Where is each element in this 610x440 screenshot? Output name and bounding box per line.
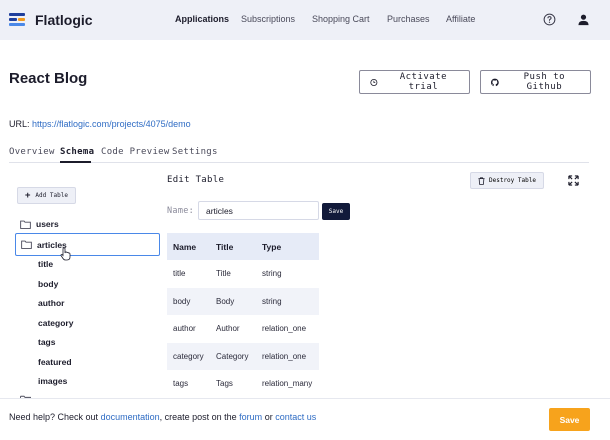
table-row[interactable]: body Body string: [167, 287, 319, 315]
table-name-label: Name:: [167, 206, 195, 216]
tree-field-body[interactable]: body: [38, 279, 58, 289]
destroy-table-button[interactable]: Destroy Table: [470, 172, 544, 189]
table-header-row: Name Title Type: [167, 233, 319, 260]
help-text-part: , create post on the: [159, 412, 240, 422]
flatlogic-logo[interactable]: Flatlogic: [9, 12, 93, 28]
nav-applications[interactable]: Applications: [175, 14, 229, 24]
tree-table-articles[interactable]: articles: [15, 233, 160, 256]
tab-code-preview[interactable]: Code Preview: [101, 147, 170, 157]
cell-name: category: [173, 351, 204, 361]
tree-field-title[interactable]: title: [38, 259, 53, 269]
folder-icon: [20, 220, 31, 229]
top-navbar: Flatlogic Applications Subscriptions Sho…: [0, 0, 610, 40]
cell-type: relation_many: [262, 379, 313, 389]
project-url-link[interactable]: https://flatlogic.com/projects/4075/demo: [32, 119, 191, 129]
nav-purchases[interactable]: Purchases: [387, 14, 430, 24]
cell-title: Title: [216, 269, 231, 279]
nav-shopping-cart[interactable]: Shopping Cart: [312, 14, 370, 24]
page-title: React Blog: [9, 70, 88, 87]
cell-name: tags: [173, 379, 189, 389]
cell-title: Body: [216, 296, 235, 306]
cell-title: Tags: [216, 379, 233, 389]
table-row[interactable]: author Author relation_one: [167, 315, 319, 343]
column-header-type: Type: [262, 241, 282, 252]
push-to-github-label: Push to Github: [523, 72, 566, 92]
plus-icon: +: [25, 190, 31, 201]
table-row[interactable]: category Category relation_one: [167, 342, 319, 370]
column-header-title: Title: [216, 241, 234, 252]
tab-settings[interactable]: Settings: [172, 147, 218, 157]
contact-us-link[interactable]: contact us: [275, 412, 316, 422]
hand-cursor-icon: [60, 247, 71, 261]
push-to-github-button[interactable]: Push to Github: [480, 70, 591, 94]
flatlogic-logo-icon: [9, 13, 25, 27]
activate-trial-button[interactable]: Activate trial: [359, 70, 470, 94]
project-url-row: URL: https://flatlogic.com/projects/4075…: [9, 119, 191, 129]
cell-name: author: [173, 324, 196, 334]
destroy-table-label: Destroy Table: [489, 177, 536, 184]
help-text-part: or: [262, 412, 276, 422]
clock-icon: [370, 78, 378, 86]
url-prefix: URL:: [9, 119, 30, 129]
documentation-link[interactable]: documentation: [101, 412, 160, 422]
tree-table-users[interactable]: users: [20, 216, 59, 232]
help-circle-icon[interactable]: [543, 13, 556, 26]
folder-icon: [21, 240, 32, 249]
footer-bar: Need help? Check out documentation, crea…: [0, 399, 610, 440]
github-icon: [491, 78, 499, 86]
tab-schema[interactable]: Schema: [60, 147, 94, 157]
cell-name: title: [173, 269, 186, 279]
user-icon[interactable]: [577, 13, 590, 26]
tree-field-author[interactable]: author: [38, 298, 64, 308]
tree-field-tags[interactable]: tags: [38, 337, 55, 347]
cell-type: string: [262, 296, 282, 306]
add-table-button[interactable]: + Add Table: [17, 187, 76, 204]
cell-name: body: [173, 296, 191, 306]
project-tabs: Overview Schema Code Preview Settings: [9, 147, 589, 163]
edit-table-title: Edit Table: [167, 175, 225, 185]
cell-title: Category: [216, 351, 249, 361]
table-name-input[interactable]: [198, 201, 319, 220]
table-row[interactable]: title Title string: [167, 260, 319, 288]
add-table-label: Add Table: [35, 192, 68, 199]
active-tab-underline: [60, 161, 91, 163]
fields-table: Name Title Type title Title string body …: [167, 233, 319, 398]
tree-field-featured[interactable]: featured: [38, 357, 72, 367]
expand-icon[interactable]: [568, 175, 579, 186]
activate-trial-label: Activate trial: [399, 72, 448, 92]
nav-subscriptions[interactable]: Subscriptions: [241, 14, 295, 24]
tree-field-category[interactable]: category: [38, 318, 73, 328]
help-text: Need help? Check out documentation, crea…: [9, 412, 316, 422]
tab-overview[interactable]: Overview: [9, 147, 55, 157]
forum-link[interactable]: forum: [239, 412, 262, 422]
cell-title: Author: [216, 324, 240, 334]
tree-field-images[interactable]: images: [38, 376, 67, 386]
column-header-name: Name: [173, 241, 197, 252]
trash-icon: [478, 176, 485, 185]
help-text-part: Need help? Check out: [9, 412, 101, 422]
tree-table-label: users: [36, 219, 59, 229]
save-button[interactable]: Save: [549, 408, 590, 431]
brand-name: Flatlogic: [35, 12, 93, 28]
cell-type: relation_one: [262, 324, 307, 334]
table-row[interactable]: tags Tags relation_many: [167, 370, 319, 398]
cell-type: relation_one: [262, 351, 307, 361]
save-table-name-button[interactable]: Save: [322, 203, 350, 220]
nav-affiliate[interactable]: Affiliate: [446, 14, 475, 24]
cell-type: string: [262, 269, 282, 279]
